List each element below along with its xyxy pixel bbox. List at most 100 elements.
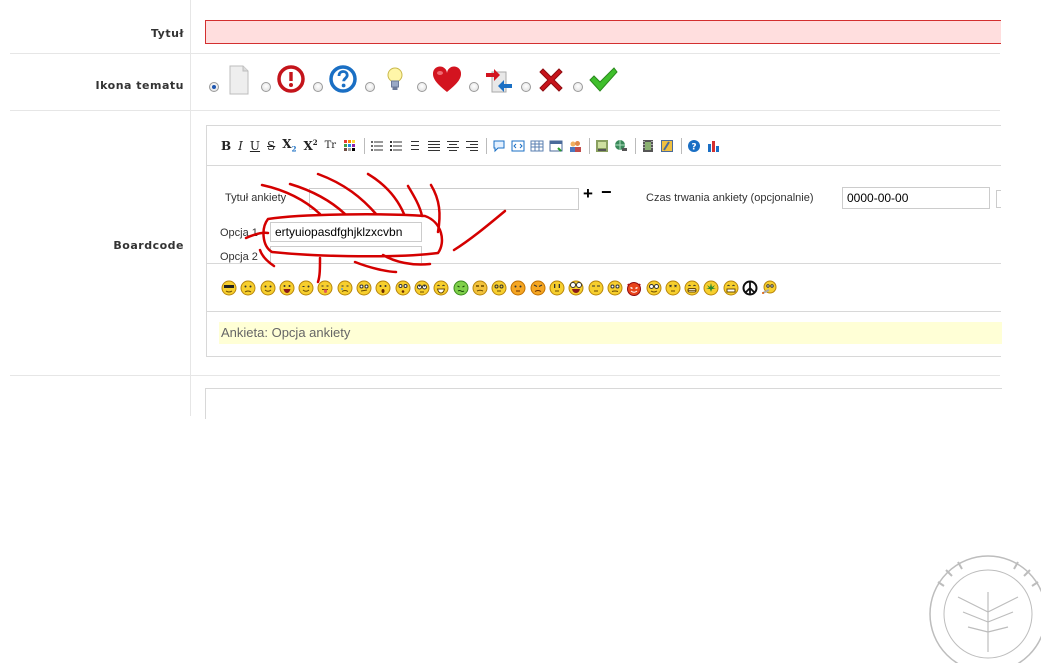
superscript-label: X (303, 139, 313, 153)
topic-icon-options (209, 64, 625, 96)
big-eyes-smiley-icon[interactable] (568, 280, 584, 296)
smile-smiley-icon[interactable] (260, 280, 276, 296)
topic-icon-option-question[interactable] (313, 64, 359, 96)
laugh-smiley-icon[interactable] (433, 280, 449, 296)
table-icon[interactable] (530, 139, 544, 153)
teeth-smiley-icon[interactable] (723, 280, 739, 296)
cool-smiley-icon[interactable] (221, 280, 237, 296)
quote-icon[interactable] (492, 139, 506, 153)
topic-icon-option-redirect[interactable] (469, 64, 515, 96)
flash-icon[interactable] (660, 139, 674, 153)
topic-icon-option-page[interactable] (209, 64, 255, 96)
cry-smiley-icon[interactable] (337, 280, 353, 296)
video-icon[interactable] (641, 139, 655, 153)
dizzy-smiley-icon[interactable] (491, 280, 507, 296)
topic-icon-radio[interactable] (417, 82, 427, 92)
title-label: Tytuł (10, 0, 191, 53)
closed-eyes-smiley-icon[interactable] (665, 280, 681, 296)
subscript-button[interactable]: X2 (282, 137, 296, 153)
mad-smiley-icon[interactable] (530, 280, 546, 296)
geek-smiley-icon[interactable] (646, 280, 662, 296)
subscript-mark: 2 (291, 144, 297, 154)
smirk-smiley-icon[interactable] (588, 280, 604, 296)
remove-option-button[interactable]: − (601, 182, 612, 203)
topic-icon-radio[interactable] (261, 82, 271, 92)
font-button[interactable]: Tr (325, 140, 336, 151)
topic-icon-radio[interactable] (573, 82, 583, 92)
smiley-bar (207, 264, 1001, 312)
topic-icon-radio[interactable] (209, 82, 219, 92)
post-form: Tytuł Ikona tematu Boardcode B I U S X2 … (10, 0, 1002, 419)
confused-smiley-icon[interactable] (356, 280, 372, 296)
rolleyes-smiley-icon[interactable] (414, 280, 430, 296)
big-grin-smiley-icon[interactable] (684, 280, 700, 296)
users-icon[interactable] (568, 139, 582, 153)
italic-button[interactable]: I (238, 139, 243, 153)
svg-text:?: ? (691, 142, 696, 152)
topic-icon-option-lightbulb[interactable] (365, 64, 411, 96)
toolbar-divider (589, 137, 591, 154)
devil-smiley-icon[interactable] (626, 280, 642, 296)
numbered-list-icon[interactable] (389, 139, 403, 153)
window-icon[interactable] (549, 139, 563, 153)
topic-icon-radio[interactable] (313, 82, 323, 92)
image-icon[interactable] (595, 139, 609, 153)
shocked-smiley-icon[interactable] (395, 280, 411, 296)
add-option-button[interactable]: + (583, 184, 593, 204)
bold-button[interactable]: B (221, 139, 231, 153)
topic-icon-option-exclamation[interactable] (261, 64, 307, 96)
poll-option2-input[interactable] (270, 246, 422, 264)
help-icon[interactable]: ? (687, 139, 701, 153)
grin-smiley-icon[interactable] (279, 280, 295, 296)
poll-preview: Ankieta: Opcja ankiety (219, 322, 1002, 344)
topic-icon-option-red-x[interactable] (521, 64, 567, 96)
exclamation-icon (277, 65, 305, 93)
title-input[interactable] (205, 20, 1001, 44)
smoking-smiley-icon[interactable] (761, 280, 777, 296)
align-right-icon[interactable] (465, 139, 479, 153)
topic-icon-radio[interactable] (365, 82, 375, 92)
topic-icon-option-check[interactable] (573, 64, 619, 96)
leaf-icon[interactable] (703, 280, 719, 296)
bullet-list-icon[interactable] (370, 139, 384, 153)
align-justify-icon[interactable] (427, 139, 441, 153)
topic-icon-radio[interactable] (521, 82, 531, 92)
align-left-icon[interactable] (408, 139, 422, 153)
superscript-button[interactable]: X2 (303, 138, 317, 153)
align-center-icon[interactable] (446, 139, 460, 153)
title-row: Tytuł (10, 0, 1001, 54)
green-check-icon (589, 67, 618, 92)
blush-smiley-icon[interactable] (510, 280, 526, 296)
date-picker-button[interactable] (996, 190, 1001, 208)
tongue-smiley-icon[interactable] (317, 280, 333, 296)
poll-duration-input[interactable] (842, 187, 990, 209)
poll-option1-input[interactable] (270, 222, 422, 242)
question-icon (329, 65, 357, 93)
peace-icon[interactable] (742, 280, 758, 296)
sad-smiley-icon[interactable] (240, 280, 256, 296)
neutral-smiley-icon[interactable] (549, 280, 565, 296)
color-grid-icon[interactable] (343, 139, 357, 153)
message-row (10, 376, 1002, 419)
sleepy-smiley-icon[interactable] (472, 280, 488, 296)
message-textarea[interactable] (205, 388, 1002, 419)
topic-icon-radio[interactable] (469, 82, 479, 92)
redirect-arrow-icon (486, 69, 512, 93)
sick-smiley-icon[interactable] (453, 280, 469, 296)
wink-smiley-icon[interactable] (298, 280, 314, 296)
link-globe-icon[interactable] (614, 139, 628, 153)
message-label (10, 376, 191, 416)
underline-button[interactable]: U (250, 139, 260, 153)
surprised-smiley-icon[interactable] (375, 280, 391, 296)
poll-option2-label: Opcja 2 (220, 251, 258, 263)
heart-icon (432, 66, 462, 92)
topic-icon-label: Ikona tematu (10, 54, 191, 110)
code-icon[interactable] (511, 139, 525, 153)
subscript-label: X (282, 137, 292, 152)
poll-chart-icon[interactable] (706, 139, 720, 153)
toolbar-divider (635, 137, 637, 154)
topic-icon-option-heart[interactable] (417, 64, 463, 96)
worried-smiley-icon[interactable] (607, 280, 623, 296)
poll-title-input[interactable] (309, 188, 579, 210)
strike-button[interactable]: S (267, 139, 275, 153)
